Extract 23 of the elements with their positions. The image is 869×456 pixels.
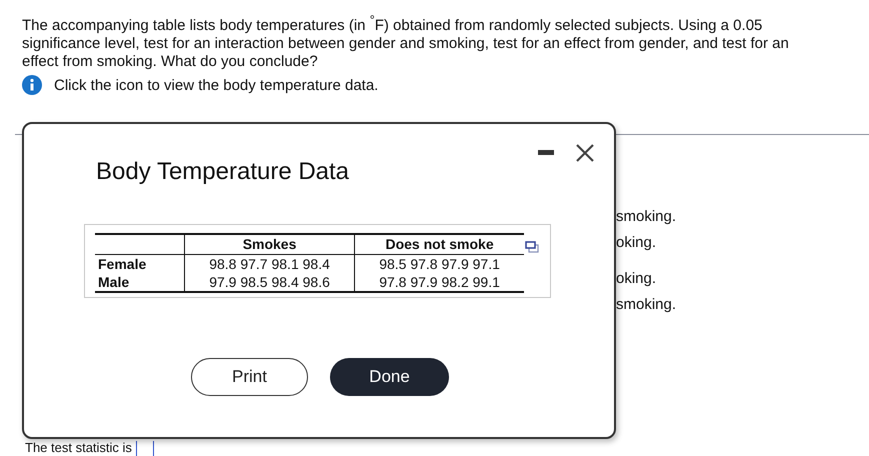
table-cell: 97.8 97.9 98.2 99.1 bbox=[354, 273, 524, 292]
answer-option-text: smoking. bbox=[616, 207, 676, 227]
column-header: Does not smoke bbox=[354, 234, 524, 254]
answer-option-text: oking. bbox=[616, 233, 658, 253]
column-header: Smokes bbox=[184, 234, 355, 254]
copy-icon[interactable] bbox=[525, 241, 539, 253]
print-button[interactable]: Print bbox=[191, 358, 308, 396]
question-text: The accompanying table lists body temperatures (in $^{°}$F) obtained from randomly selected subjects. Using a 0.05 significance level, test for an interaction between gender and smoking, test for an effect from gender, and test for an effect from smoking. What do you conclude? bbox=[21, 12, 790, 71]
close-icon[interactable] bbox=[576, 144, 594, 162]
info-icon[interactable] bbox=[22, 75, 42, 95]
row-header: Female bbox=[95, 254, 184, 273]
table-cell: 98.8 97.7 98.1 98.4 bbox=[184, 254, 355, 273]
info-text: Click the icon to view the body temperature data. bbox=[54, 76, 378, 94]
table-cell: 97.9 98.5 98.4 98.6 bbox=[184, 273, 355, 292]
answer-option-text: oking. bbox=[616, 269, 658, 289]
dialog-title: Body Temperature Data bbox=[96, 158, 350, 186]
table-cell: 98.5 97.8 97.9 97.1 bbox=[354, 254, 524, 273]
row-header: Male bbox=[95, 273, 184, 292]
answer-option-text: smoking. bbox=[616, 295, 676, 315]
statistic-label: The test statistic is bbox=[25, 441, 132, 456]
done-button[interactable]: Done bbox=[330, 358, 449, 396]
minimize-icon[interactable] bbox=[538, 150, 554, 156]
input-field[interactable] bbox=[136, 441, 154, 456]
